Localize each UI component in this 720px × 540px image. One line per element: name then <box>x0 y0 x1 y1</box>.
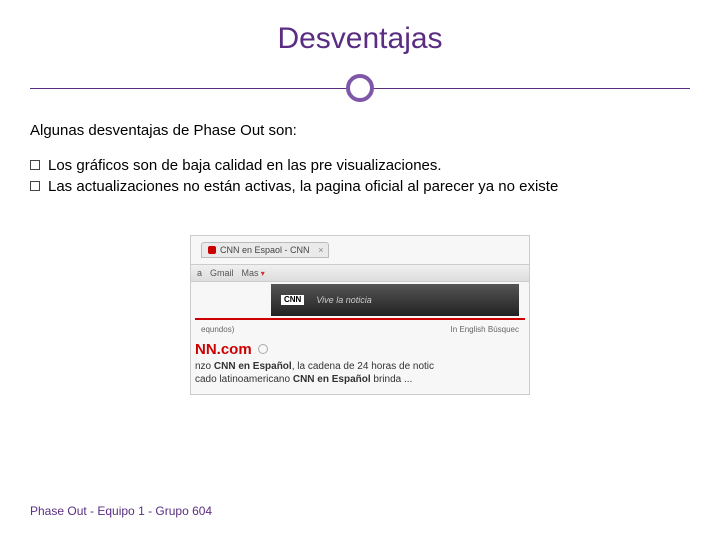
bullet-text: Las actualizaciones no están activas, la… <box>48 178 558 195</box>
snippet-highlight: CNN en Español <box>293 374 371 385</box>
browser-tab: CNN en Espaol - CNN × <box>201 242 329 258</box>
checkbox-icon <box>30 181 40 191</box>
browser-toolbar: a Gmail Mas <box>191 264 529 282</box>
domain-text: NN.com <box>195 341 252 358</box>
toolbar-item: Mas <box>242 268 265 278</box>
favicon-icon <box>208 246 216 254</box>
mid-left-text: equndos) <box>201 325 234 334</box>
cnn-logo-icon: CNN <box>281 295 304 305</box>
toolbar-item: Gmail <box>210 268 234 278</box>
title-divider <box>0 74 720 104</box>
toolbar-item: a <box>197 268 202 278</box>
tab-title: CNN en Espaol - CNN <box>220 245 310 255</box>
magnifier-icon <box>258 344 268 354</box>
slide-footer: Phase Out - Equipo 1 - Grupo 604 <box>30 504 212 518</box>
intro-text: Algunas desventajas de Phase Out son: <box>30 122 690 139</box>
slide-title: Desventajas <box>0 0 720 56</box>
banner-slogan: Vive la noticia <box>316 295 371 305</box>
snippet-text: cado latinoamericano <box>195 374 293 385</box>
bullet-item: Las actualizaciones no están activas, la… <box>30 178 690 195</box>
divider-circle-icon <box>346 74 374 102</box>
snippet-text: , la cadena de 24 horas de notic <box>292 361 434 372</box>
bullet-text: Los gráficos son de baja calidad en las … <box>48 157 442 174</box>
search-result-snippet: NN.com nzo CNN en Español, la cadena de … <box>195 340 525 386</box>
mid-right-text: In English Búsquec <box>451 325 520 334</box>
bullet-item: Los gráficos son de baja calidad en las … <box>30 157 690 174</box>
snippet-text: nzo <box>195 361 214 372</box>
mid-bar: equndos) In English Búsquec <box>195 318 525 336</box>
snippet-highlight: CNN en Español <box>214 361 292 372</box>
snippet-text: brinda ... <box>371 374 413 385</box>
checkbox-icon <box>30 160 40 170</box>
close-icon: × <box>318 245 323 255</box>
embedded-screenshot: CNN en Espaol - CNN × a Gmail Mas CNN Vi… <box>190 235 530 395</box>
site-banner: CNN Vive la noticia <box>271 284 519 316</box>
